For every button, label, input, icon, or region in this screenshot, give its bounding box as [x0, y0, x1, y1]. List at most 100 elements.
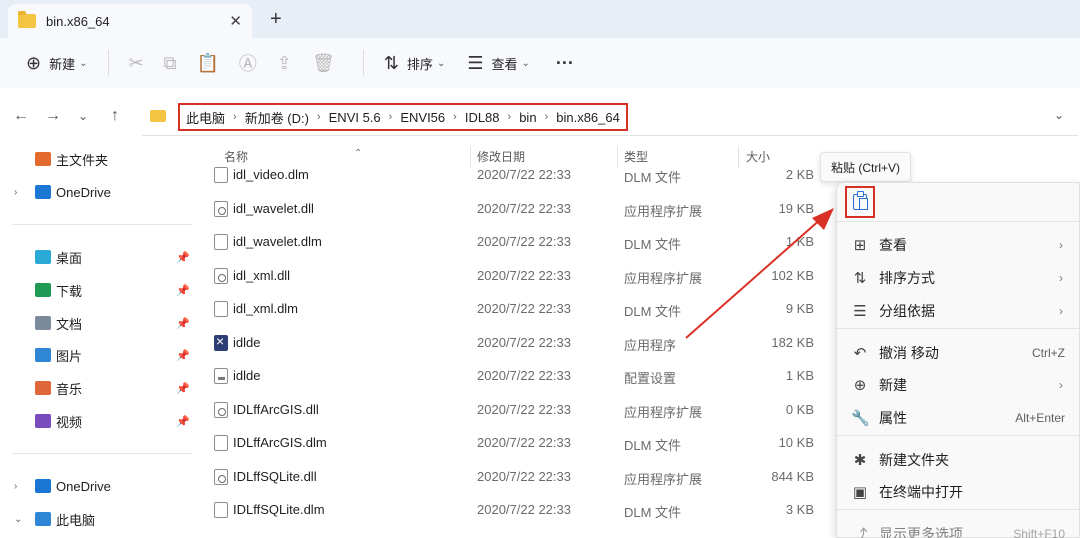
file-size: 102 KB [771, 267, 814, 283]
sidebar-item-label: 文档 [56, 316, 83, 332]
sort-button[interactable]: ⇅ 排序 ⌄ [378, 46, 452, 80]
pin-icon[interactable]: 📌 [176, 251, 190, 264]
menu-item-label: 在终端中打开 [879, 484, 963, 500]
breadcrumb-separator[interactable]: › [453, 111, 457, 123]
back-button[interactable]: ← [8, 107, 34, 125]
menu-item-label: 排序方式 [879, 270, 935, 286]
menu-item[interactable]: ⤴ 显示更多选项 Shift+F10 [837, 518, 1080, 538]
table-row[interactable]: idl_video.dlm 2020/7/22 22:33 DLM 文件 2 KB [210, 160, 820, 190]
expand-icon[interactable]: › [14, 481, 17, 492]
new-button[interactable]: ⊕ 新建 ⌄ [20, 46, 94, 80]
up-button[interactable]: ↑ [102, 107, 128, 125]
table-row[interactable]: IDLffArcGIS.dll 2020/7/22 22:33 应用程序扩展 0 KB [210, 395, 820, 425]
file-icon [214, 333, 228, 351]
share-button[interactable]: ⇪ [271, 46, 306, 80]
file-date: 2020/7/22 22:33 [477, 334, 571, 350]
file-type: 应用程序 [624, 337, 677, 353]
sidebar-item[interactable]: 文档 📌 [0, 310, 200, 336]
breadcrumb-item[interactable]: IDL88 [465, 110, 500, 125]
breadcrumb-separator[interactable]: › [545, 111, 549, 123]
breadcrumb-separator[interactable]: › [389, 111, 393, 123]
view-icon: ☰ [467, 52, 484, 73]
breadcrumb-item[interactable]: 新加卷 (D:) [245, 108, 309, 127]
file-size: 0 KB [785, 401, 814, 417]
sidebar-divider [12, 224, 192, 225]
sidebar-item[interactable]: 主文件夹 [0, 146, 200, 172]
menu-divider [837, 435, 1080, 436]
breadcrumb-separator[interactable]: › [233, 111, 237, 123]
file-size: 182 KB [771, 334, 814, 350]
paste-menu-button[interactable] [845, 186, 875, 218]
pin-icon[interactable]: 📌 [176, 382, 190, 395]
file-icon [214, 200, 228, 217]
table-row[interactable]: idlde 2020/7/22 22:33 应用程序 182 KB [210, 328, 820, 358]
table-row[interactable]: IDLffArcGIS.dlm 2020/7/22 22:33 DLM 文件 10 K… [210, 428, 820, 458]
breadcrumb-item[interactable]: bin [519, 110, 536, 125]
pin-icon[interactable]: 📌 [176, 415, 190, 428]
breadcrumb-item[interactable]: ENVI56 [400, 110, 445, 125]
table-row[interactable]: idl_wavelet.dll 2020/7/22 22:33 应用程序扩展 19 K… [210, 194, 820, 224]
expand-icon[interactable]: › [14, 187, 17, 198]
new-tab-button[interactable]: + [270, 8, 282, 31]
pin-icon[interactable]: 📌 [176, 349, 190, 362]
menu-item[interactable]: ⇅ 排序方式 › [837, 262, 1080, 294]
sidebar-item[interactable]: ⌄ 此电脑 [0, 506, 200, 532]
sidebar-item-label: OneDrive [56, 184, 111, 200]
table-row[interactable]: idl_xml.dll 2020/7/22 22:33 应用程序扩展 102 KB [210, 261, 820, 291]
breadcrumb-item[interactable]: ENVI 5.6 [329, 110, 381, 125]
sidebar-item[interactable]: 音乐 📌 [0, 375, 200, 401]
more-button[interactable]: ··· [550, 46, 588, 80]
expand-icon[interactable]: ⌄ [14, 514, 22, 525]
table-row[interactable]: IDLffSQLite.dlm 2020/7/22 22:33 DLM 文件 3 KB [210, 495, 820, 525]
address-bar[interactable]: 此电脑 › 新加卷 (D:) › ENVI 5.6 › ENVI56 › IDL88 › bin › b… [142, 96, 1078, 136]
sidebar-item-label: 音乐 [56, 381, 83, 397]
pin-icon[interactable]: 📌 [176, 284, 190, 297]
delete-button[interactable]: 🗑 [306, 46, 349, 80]
sidebar-item[interactable]: › OneDrive [0, 179, 200, 205]
menu-item[interactable]: ↶ 撤消 移动 Ctrl+Z [837, 337, 1080, 369]
sidebar-item-label: 视频 [56, 414, 83, 430]
copy-button[interactable]: ⧉ [158, 46, 191, 80]
menu-item[interactable]: ⊕ 新建 › [837, 369, 1080, 401]
breadcrumb-separator[interactable]: › [508, 111, 512, 123]
sidebar-item[interactable]: 图片 📌 [0, 342, 200, 368]
menu-item[interactable]: ✱ 新建文件夹 [837, 444, 1080, 476]
recent-locations-button[interactable]: ⌄ [70, 109, 96, 123]
breadcrumb-item[interactable]: 此电脑 [186, 108, 225, 127]
rename-button[interactable]: Ⓐ [233, 46, 271, 80]
menu-item[interactable]: ⊞ 查看 › [837, 229, 1080, 261]
table-row[interactable]: idl_xml.dlm 2020/7/22 22:33 DLM 文件 9 KB [210, 294, 820, 324]
file-name: idl_xml.dll [233, 267, 291, 283]
file-size: 844 KB [771, 468, 814, 484]
chevron-down-icon: ⌄ [436, 57, 446, 69]
view-button[interactable]: ☰ 查看 ⌄ [461, 46, 536, 80]
file-name: idl_xml.dlm [233, 301, 299, 316]
chevron-down-icon[interactable]: ⌄ [1054, 108, 1064, 122]
breadcrumb-separator[interactable]: › [317, 111, 321, 123]
menu-item[interactable]: 🔧 属性 Alt+Enter [837, 402, 1080, 434]
share-icon: ⇪ [276, 52, 292, 73]
tab-bin-x86-64[interactable]: bin.x86_64 ✕ [8, 4, 252, 38]
file-date: 2020/7/22 22:33 [477, 301, 571, 316]
sidebar-item[interactable]: 视频 📌 [0, 408, 200, 434]
menu-divider [837, 221, 1080, 222]
menu-item[interactable]: ☰ 分组依据 › [837, 295, 1080, 327]
paste-button[interactable]: 📋 [190, 46, 232, 80]
table-row[interactable]: idlde 2020/7/22 22:33 配置设置 1 KB [210, 361, 820, 391]
pin-icon[interactable]: 📌 [176, 317, 190, 330]
forward-button[interactable]: → [40, 107, 66, 125]
close-tab-icon[interactable]: ✕ [229, 12, 242, 30]
chevron-right-icon: › [1059, 271, 1063, 285]
cut-button[interactable]: ✂ [123, 46, 158, 80]
table-row[interactable]: IDLffSQLite.dll 2020/7/22 22:33 应用程序扩展 844 … [210, 462, 820, 492]
menu-item-shortcut: Alt+Enter [1015, 411, 1065, 425]
sidebar-item[interactable]: 下载 📌 [0, 277, 200, 303]
breadcrumb-item[interactable]: bin.x86_64 [556, 110, 620, 125]
table-row[interactable]: idl_wavelet.dlm 2020/7/22 22:33 DLM 文件 1 KB [210, 227, 820, 257]
paste-icon [853, 191, 868, 210]
toolbar-divider [107, 50, 109, 76]
document-icon [35, 316, 51, 330]
menu-item[interactable]: ▣ 在终端中打开 [837, 476, 1080, 508]
sidebar-item[interactable]: 桌面 📌 [0, 244, 200, 270]
sidebar-item[interactable]: › OneDrive [0, 473, 200, 499]
